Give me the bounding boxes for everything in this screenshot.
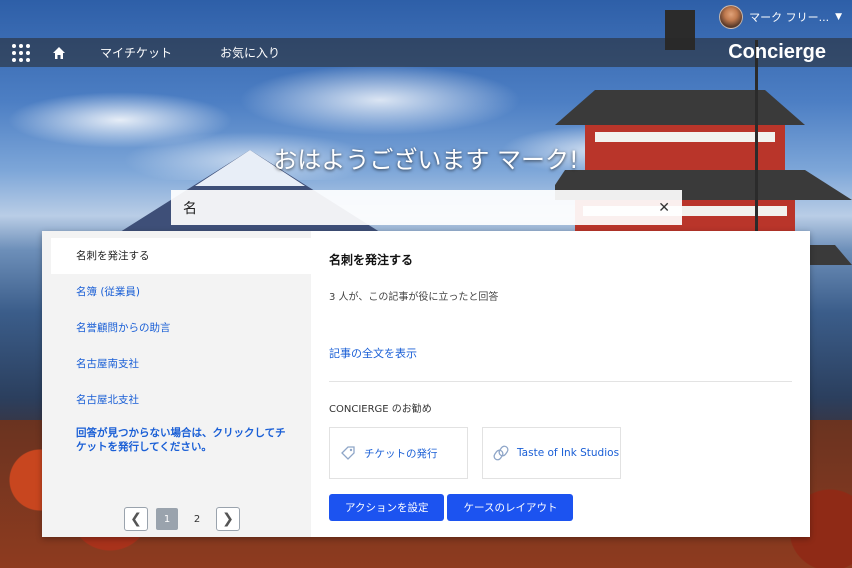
user-name: マーク フリー... xyxy=(749,11,830,24)
divider xyxy=(329,381,792,382)
recommendation-card[interactable]: チケットの発行 xyxy=(329,427,468,479)
chevron-left-icon[interactable]: ❮ xyxy=(124,507,148,531)
view-full-article-link[interactable]: 記事の全文を表示 xyxy=(329,345,792,361)
action-bar: アクションを設定 ケースのレイアウト xyxy=(329,494,574,521)
recommendation-label: チケットの発行 xyxy=(364,447,438,460)
configure-actions-button[interactable]: アクションを設定 xyxy=(329,494,445,521)
article-helpful-count: 3 人が、この記事が役に立ったと回答 xyxy=(329,292,499,303)
search-input[interactable]: 名 ✕ xyxy=(171,190,682,225)
recommendations-title: CONCIERGE のお勧め xyxy=(329,404,432,415)
app-launcher-icon[interactable] xyxy=(12,43,30,62)
brand-logo[interactable]: Concierge xyxy=(728,41,826,64)
avatar xyxy=(719,5,744,29)
caret-down-icon: ▼ xyxy=(835,12,842,22)
tag-icon xyxy=(341,446,355,460)
page-number[interactable]: 2 xyxy=(186,508,208,530)
result-item[interactable]: 名古屋北支社 xyxy=(51,382,311,418)
create-ticket-link[interactable]: 回答が見つからない場合は、クリックしてチケットを発行してください。 xyxy=(76,426,296,454)
nav-my-tickets[interactable]: マイチケット xyxy=(100,44,172,61)
search-results-panel: 名刺を発注する 名簿 (従業員) 名誉顧問からの助言 名古屋南支社 名古屋北支社… xyxy=(42,231,810,537)
results-list: 名刺を発注する 名簿 (従業員) 名誉顧問からの助言 名古屋南支社 名古屋北支社… xyxy=(42,231,311,537)
user-menu[interactable]: マーク フリー... ▼ xyxy=(719,4,842,30)
recommendation-label: Taste of Ink Studios xyxy=(517,447,620,459)
case-layout-button[interactable]: ケースのレイアウト xyxy=(447,494,574,521)
result-item[interactable]: 名誉顧問からの助言 xyxy=(51,310,311,346)
page-number[interactable]: 1 xyxy=(156,508,178,530)
close-icon[interactable]: ✕ xyxy=(658,200,670,216)
nav-favorites[interactable]: お気に入り xyxy=(220,44,280,61)
article-title: 名刺を発注する xyxy=(329,253,414,267)
result-item[interactable]: 名刺を発注する xyxy=(51,238,311,274)
result-item[interactable]: 名古屋南支社 xyxy=(51,346,311,382)
chevron-right-icon[interactable]: ❯ xyxy=(216,507,240,531)
nav-bar: マイチケット お気に入り Concierge xyxy=(0,38,852,67)
recommendation-cards: チケットの発行 Taste of Ink Studios xyxy=(329,427,792,479)
result-item[interactable]: 名簿 (従業員) xyxy=(51,274,311,310)
home-icon[interactable] xyxy=(52,46,66,60)
pagination: ❮ 1 2 ❯ xyxy=(124,507,240,531)
search-value: 名 xyxy=(183,200,197,217)
recommendation-card[interactable]: Taste of Ink Studios xyxy=(482,427,621,479)
link-icon xyxy=(493,445,509,461)
article-preview: 名刺を発注する 3 人が、この記事が役に立ったと回答 記事の全文を表示 CONC… xyxy=(311,231,810,537)
greeting: おはようございます マーク! xyxy=(273,146,579,174)
